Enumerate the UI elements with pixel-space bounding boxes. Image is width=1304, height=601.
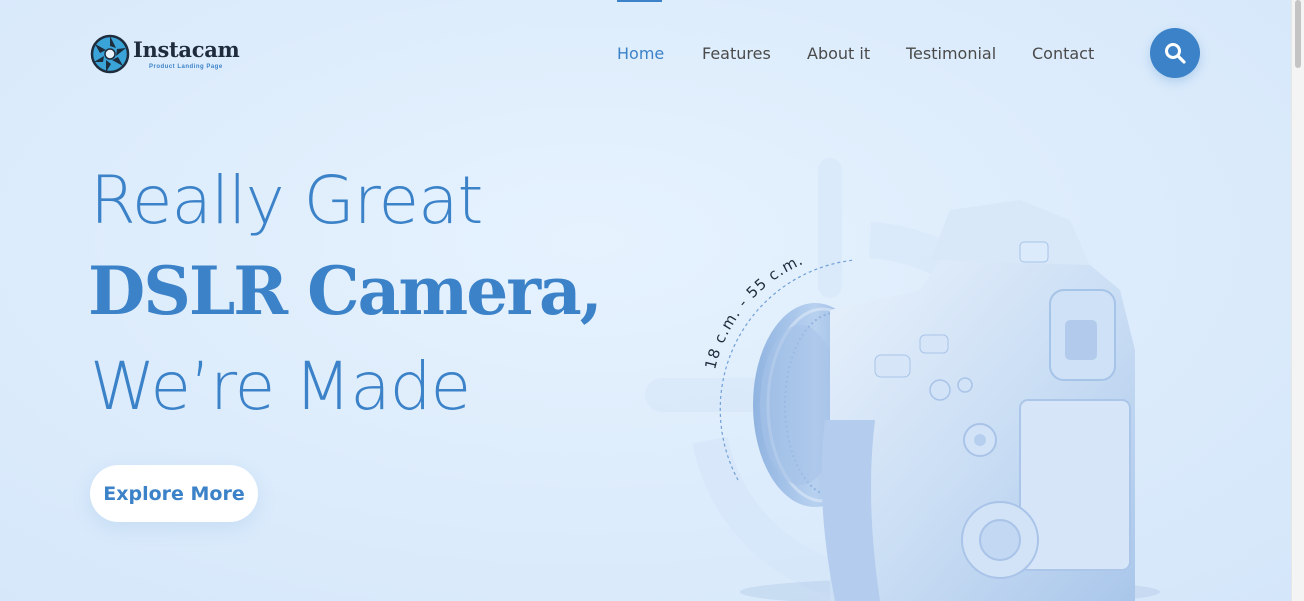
camera-illustration: 18 c.m. - 55 c.m. xyxy=(645,158,1160,601)
aperture-logo-icon xyxy=(90,34,130,74)
search-icon xyxy=(1165,43,1186,64)
nav-item-about[interactable]: About it xyxy=(807,44,870,63)
brand-logo[interactable]: Instacam Product Landing Page xyxy=(90,34,240,74)
nav-item-testimonial[interactable]: Testimonial xyxy=(906,44,996,63)
scrollbar-thumb[interactable] xyxy=(1295,0,1301,68)
page-scrollbar[interactable] xyxy=(1291,0,1304,601)
hero-heading-line2: DSLR Camera, xyxy=(88,252,603,330)
nav-item-contact[interactable]: Contact xyxy=(1032,44,1094,63)
brand-name: Instacam xyxy=(133,37,240,62)
landing-page: Instacam Product Landing Page Home Featu… xyxy=(0,0,1292,601)
nav-item-home[interactable]: Home xyxy=(617,44,664,63)
camera-body xyxy=(821,200,1135,601)
explore-more-button[interactable]: Explore More xyxy=(90,465,258,522)
search-button[interactable] xyxy=(1150,28,1200,78)
brand-tagline: Product Landing Page xyxy=(149,64,223,70)
hero-heading-line3: We’re Made xyxy=(90,348,471,425)
nav-item-features[interactable]: Features xyxy=(702,44,771,63)
hero-heading-line1: Really Great xyxy=(90,162,483,239)
active-nav-indicator xyxy=(617,0,662,2)
